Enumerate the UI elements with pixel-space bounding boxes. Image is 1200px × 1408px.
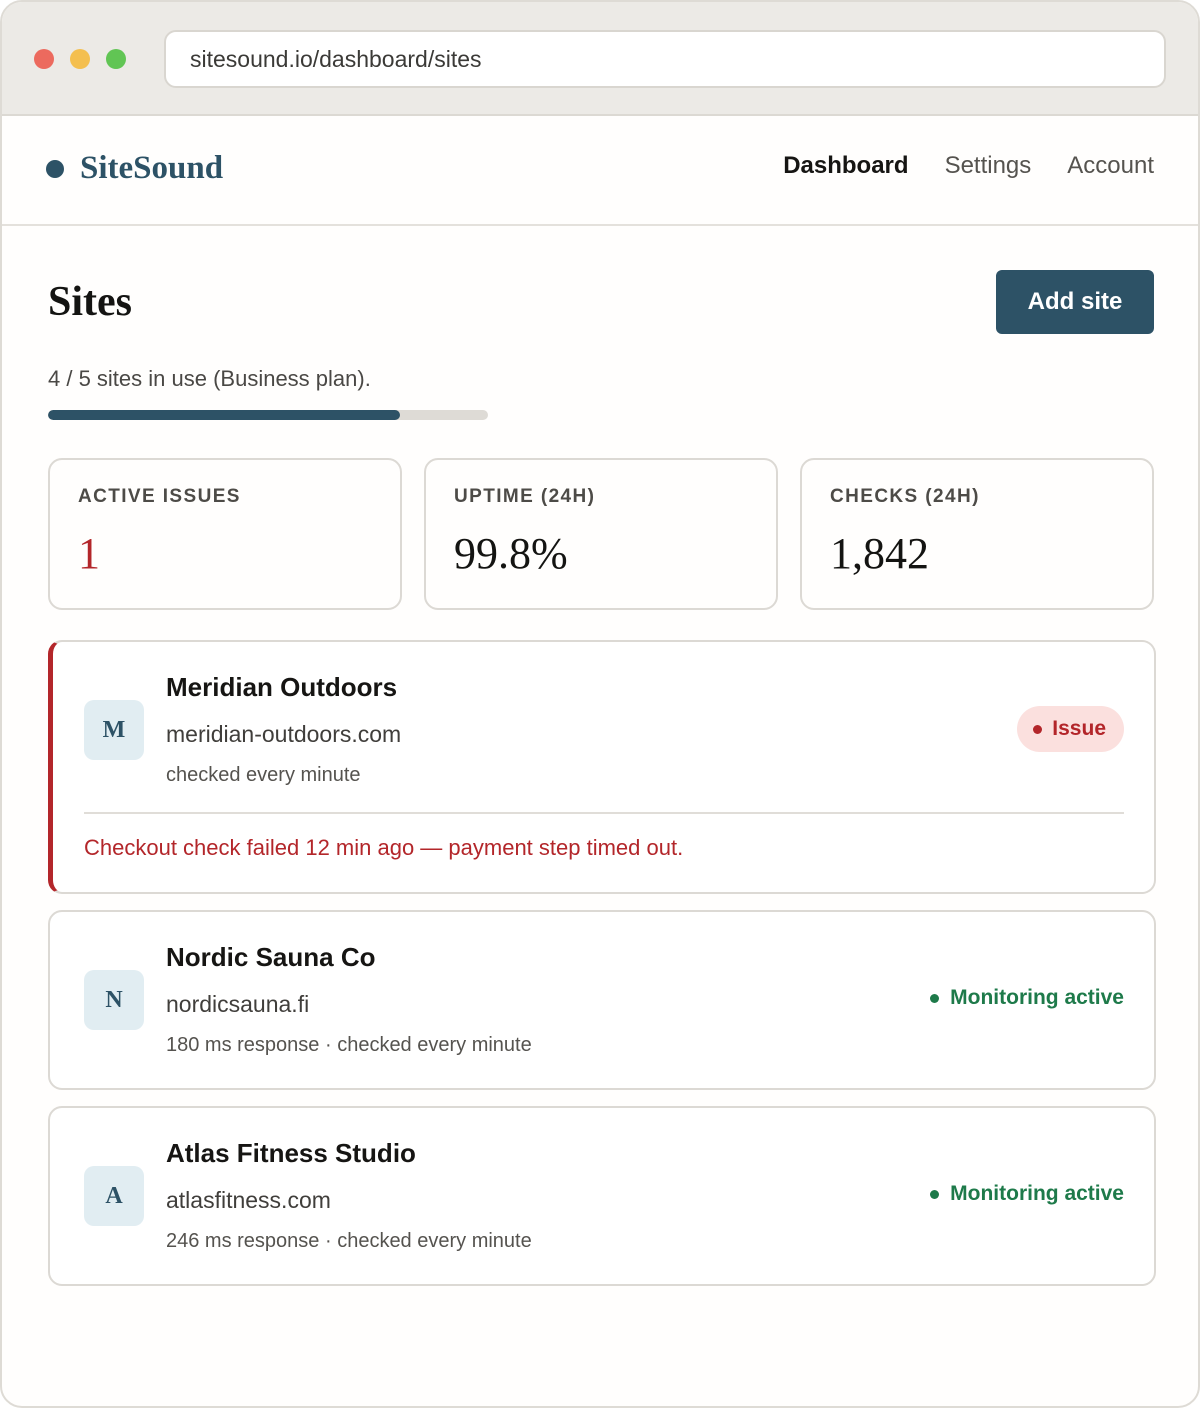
site-card-atlas-fitness-studio[interactable]: A Atlas Fitness Studio atlasfitness.com … bbox=[48, 1106, 1156, 1286]
site-domain: meridian-outdoors.com bbox=[166, 721, 402, 747]
site-card-meridian-outdoors[interactable]: M Meridian Outdoors meridian-outdoors.co… bbox=[48, 640, 1156, 894]
browser-chrome: sitesound.io/dashboard/sites bbox=[2, 2, 1198, 116]
site-info: Atlas Fitness Studio atlasfitness.com 24… bbox=[166, 1138, 532, 1253]
site-info: Nordic Sauna Co nordicsauna.fi 180 ms re… bbox=[166, 942, 532, 1057]
stats-row: ACTIVE ISSUES 1 UPTIME (24H) 99.8% CHECK… bbox=[48, 458, 1154, 610]
usage-text: 4 / 5 sites in use (Business plan). bbox=[48, 366, 371, 391]
nav-account[interactable]: Account bbox=[1067, 152, 1154, 180]
issue-message: Checkout check failed 12 min ago — payme… bbox=[84, 835, 684, 860]
site-avatar: M bbox=[84, 700, 144, 760]
stat-value: 1,842 bbox=[830, 529, 929, 578]
monitoring-status: Monitoring active bbox=[930, 1182, 1124, 1206]
nav-settings[interactable]: Settings bbox=[945, 152, 1032, 180]
site-meta: 180 ms response · checked every minute bbox=[166, 1034, 532, 1056]
main-nav: Dashboard Settings Account bbox=[783, 152, 1154, 180]
divider bbox=[84, 812, 1124, 814]
browser-window: sitesound.io/dashboard/sites SiteSound D… bbox=[0, 0, 1200, 1408]
site-name[interactable]: Meridian Outdoors bbox=[166, 672, 401, 703]
status-label: Monitoring active bbox=[950, 986, 1124, 1009]
brand-name: SiteSound bbox=[80, 150, 224, 186]
status-label: Issue bbox=[1052, 717, 1106, 740]
stat-card-uptime: UPTIME (24H) 99.8% bbox=[424, 458, 778, 610]
maximize-window-button[interactable] bbox=[106, 49, 126, 69]
site-domain: nordicsauna.fi bbox=[166, 991, 310, 1017]
stat-value: 1 bbox=[78, 529, 100, 578]
add-site-button[interactable]: Add site bbox=[996, 270, 1154, 334]
issue-status-badge[interactable]: Issue bbox=[1017, 706, 1124, 752]
status-dot-icon bbox=[930, 1189, 940, 1199]
brand-dot-icon bbox=[46, 159, 64, 178]
site-meta: checked every minute bbox=[166, 764, 361, 786]
site-name[interactable]: Atlas Fitness Studio bbox=[166, 1138, 532, 1169]
stat-card-checks: CHECKS (24H) 1,842 bbox=[800, 458, 1154, 610]
page-title: Sites bbox=[48, 279, 132, 325]
nav-dashboard[interactable]: Dashboard bbox=[783, 152, 908, 180]
status-dot-icon bbox=[930, 993, 940, 1003]
top-navigation: SiteSound Dashboard Settings Account bbox=[2, 116, 1198, 226]
site-info: Meridian Outdoors meridian-outdoors.com … bbox=[166, 672, 401, 787]
address-bar[interactable]: sitesound.io/dashboard/sites bbox=[164, 30, 1166, 88]
stat-card-active-issues: ACTIVE ISSUES 1 bbox=[48, 458, 402, 610]
site-name[interactable]: Nordic Sauna Co bbox=[166, 942, 532, 973]
status-label: Monitoring active bbox=[950, 1182, 1124, 1205]
site-card-nordic-sauna-co[interactable]: N Nordic Sauna Co nordicsauna.fi 180 ms … bbox=[48, 910, 1156, 1090]
stat-label: CHECKS (24H) bbox=[830, 486, 980, 507]
status-dot-icon bbox=[1033, 724, 1043, 734]
close-window-button[interactable] bbox=[34, 49, 54, 69]
brand-logo[interactable]: SiteSound bbox=[46, 150, 223, 187]
site-avatar: N bbox=[84, 970, 144, 1030]
usage-progress-bar bbox=[48, 410, 488, 420]
site-meta: 246 ms response · checked every minute bbox=[166, 1230, 532, 1252]
monitoring-status: Monitoring active bbox=[930, 986, 1124, 1010]
stat-label: UPTIME (24H) bbox=[454, 486, 596, 507]
stat-value: 99.8% bbox=[454, 529, 568, 578]
minimize-window-button[interactable] bbox=[70, 49, 90, 69]
stat-label: ACTIVE ISSUES bbox=[78, 486, 241, 507]
usage-progress-fill bbox=[48, 410, 400, 420]
site-domain: atlasfitness.com bbox=[166, 1187, 331, 1213]
site-list: M Meridian Outdoors meridian-outdoors.co… bbox=[48, 640, 1156, 1302]
site-avatar: A bbox=[84, 1166, 144, 1226]
